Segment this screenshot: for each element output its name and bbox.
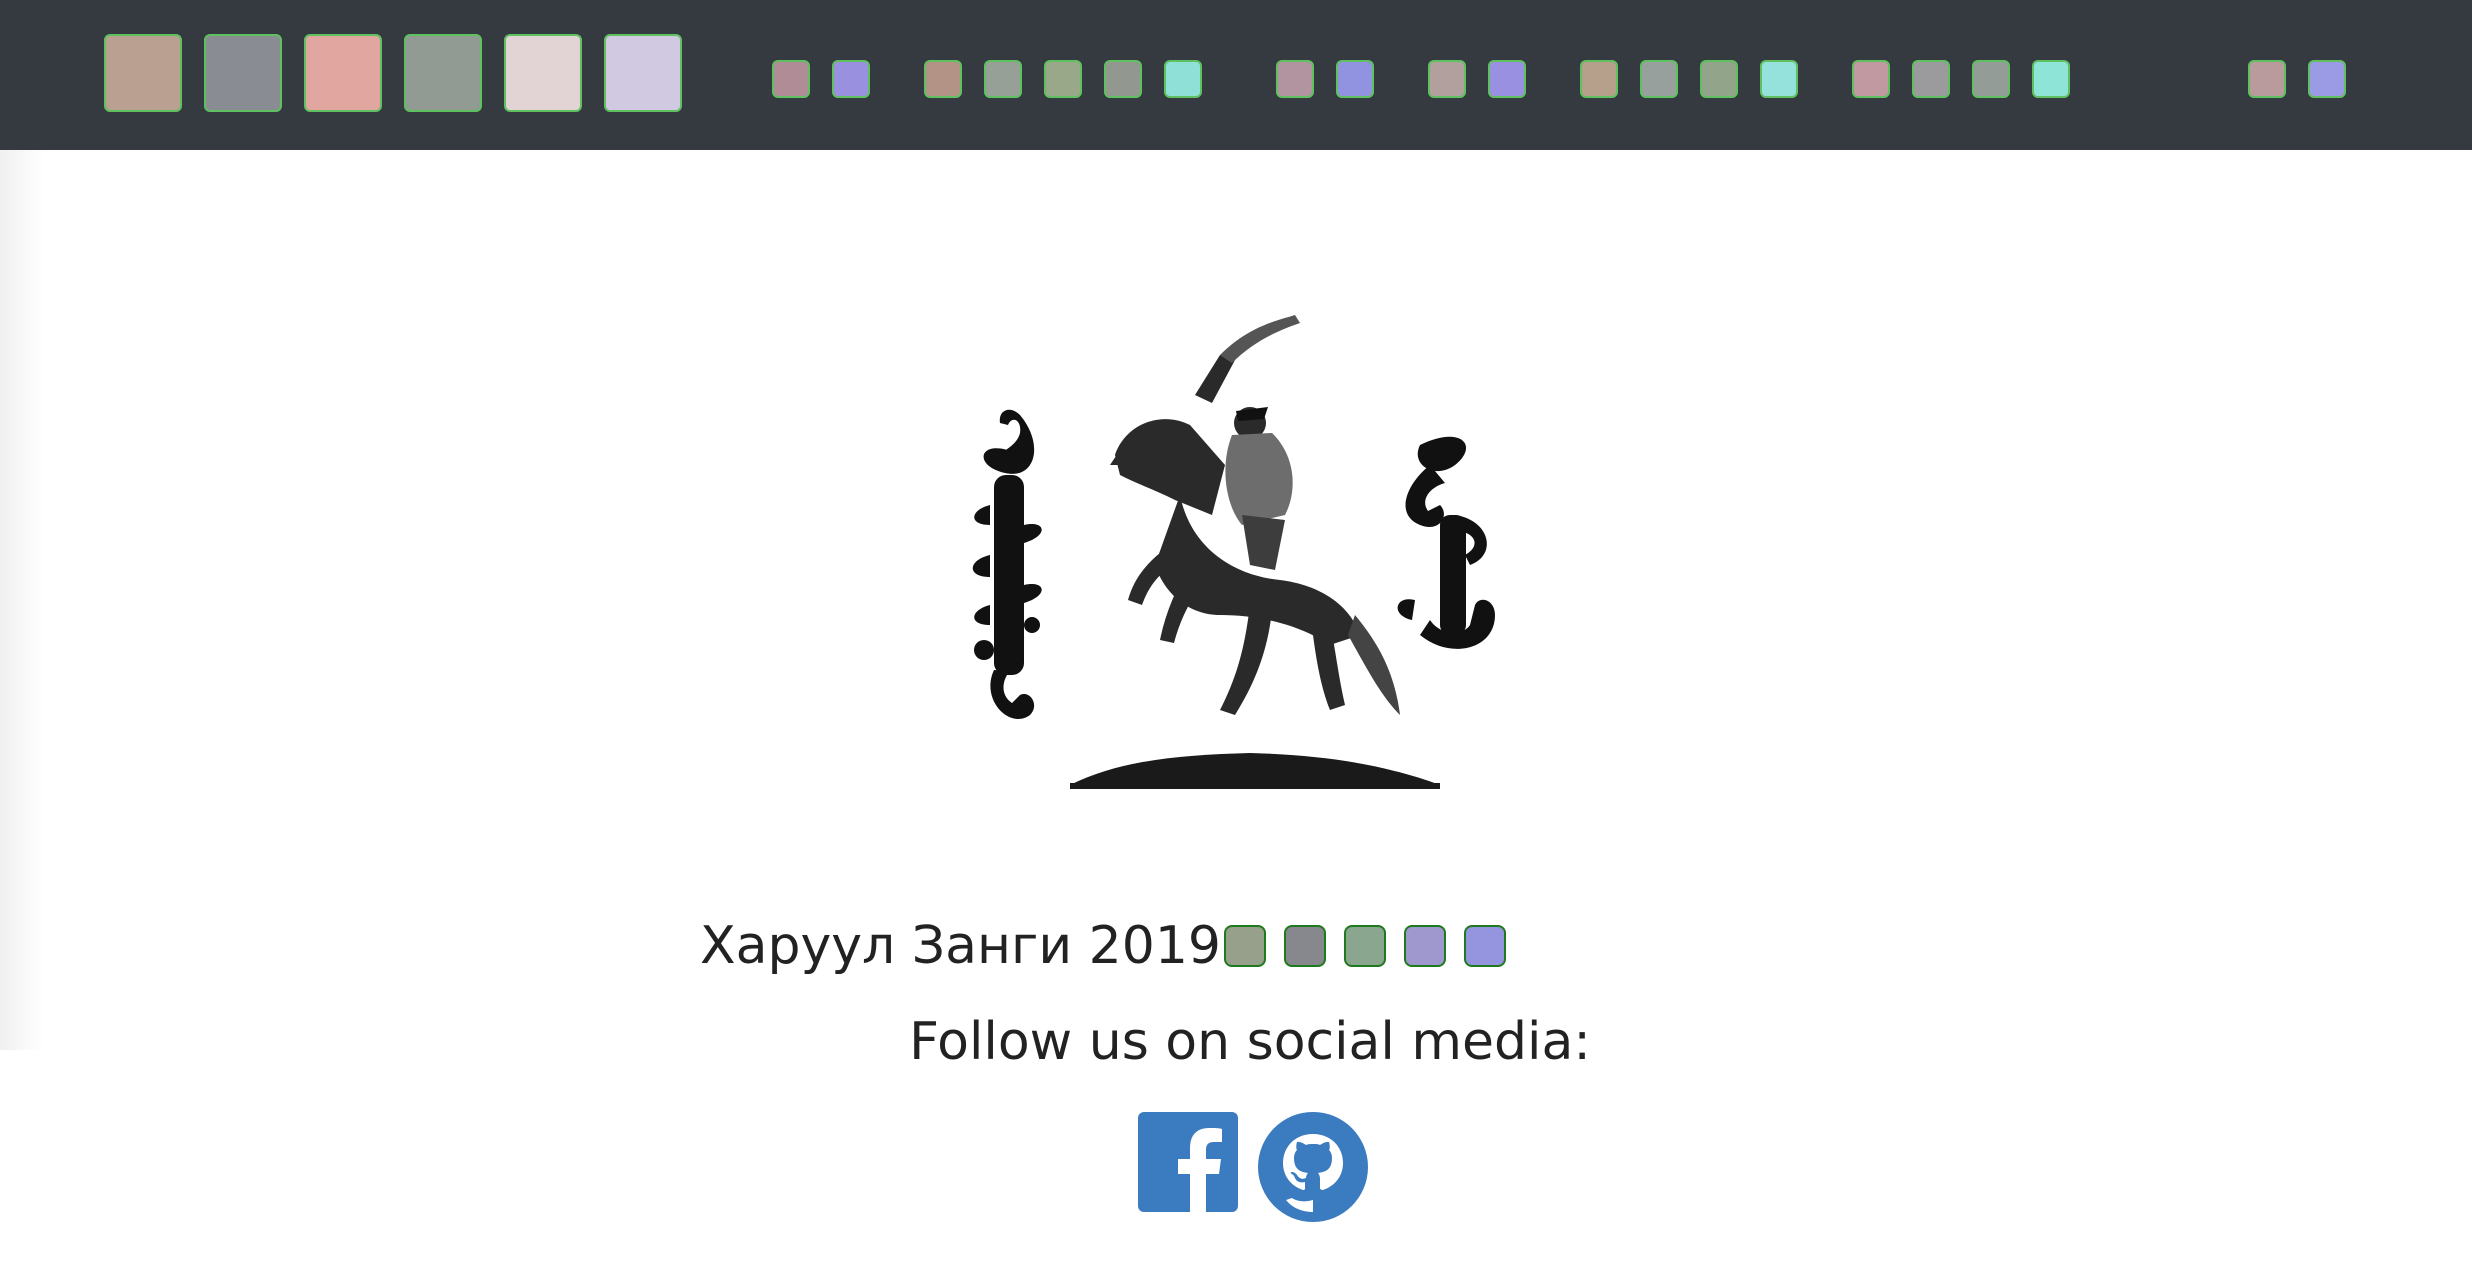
mongolian-script-right: [1397, 436, 1495, 649]
color-swatch-small[interactable]: [2308, 60, 2346, 98]
github-icon[interactable]: [1258, 1112, 1368, 1222]
footer-color-swatch[interactable]: [1284, 925, 1326, 967]
color-swatch-small[interactable]: [2248, 60, 2286, 98]
color-swatch-small[interactable]: [1852, 60, 1890, 98]
color-swatch-small[interactable]: [1700, 60, 1738, 98]
footer-color-swatch[interactable]: [1404, 925, 1446, 967]
color-swatch-small[interactable]: [772, 60, 810, 98]
color-swatch-small[interactable]: [1912, 60, 1950, 98]
color-swatch-small[interactable]: [832, 60, 870, 98]
color-swatch-small[interactable]: [1276, 60, 1314, 98]
horse-rider-illustration: [1070, 315, 1440, 789]
footer-color-swatch[interactable]: [1344, 925, 1386, 967]
color-swatch-small[interactable]: [1760, 60, 1798, 98]
color-swatch-small[interactable]: [2032, 60, 2070, 98]
color-swatch-small[interactable]: [1044, 60, 1082, 98]
page-edge-shadow: [0, 150, 44, 1050]
top-navbar: [0, 0, 2472, 150]
color-swatch-small[interactable]: [1428, 60, 1466, 98]
color-swatch-small[interactable]: [984, 60, 1022, 98]
mongolian-script-left: [972, 409, 1042, 719]
color-swatch-large[interactable]: [104, 34, 182, 112]
color-swatch-large[interactable]: [204, 34, 282, 112]
color-swatch-small[interactable]: [1336, 60, 1374, 98]
footer-color-swatch[interactable]: [1464, 925, 1506, 967]
horseman-logo: [972, 315, 1495, 789]
color-swatch-small[interactable]: [1972, 60, 2010, 98]
color-swatch-large[interactable]: [604, 34, 682, 112]
color-swatch-large[interactable]: [404, 34, 482, 112]
facebook-icon[interactable]: [1138, 1112, 1238, 1212]
follow-us-text: Follow us on social media:: [909, 1012, 1591, 1072]
color-swatch-small[interactable]: [1488, 60, 1526, 98]
color-swatch-large[interactable]: [304, 34, 382, 112]
color-swatch-small[interactable]: [1164, 60, 1202, 98]
color-swatch-small[interactable]: [1640, 60, 1678, 98]
copyright-text: Харуул Занги 2019: [700, 916, 1221, 976]
footer-color-swatch[interactable]: [1224, 925, 1266, 967]
color-swatch-small[interactable]: [1104, 60, 1142, 98]
color-swatch-small[interactable]: [924, 60, 962, 98]
color-swatch-large[interactable]: [504, 34, 582, 112]
color-swatch-small[interactable]: [1580, 60, 1618, 98]
